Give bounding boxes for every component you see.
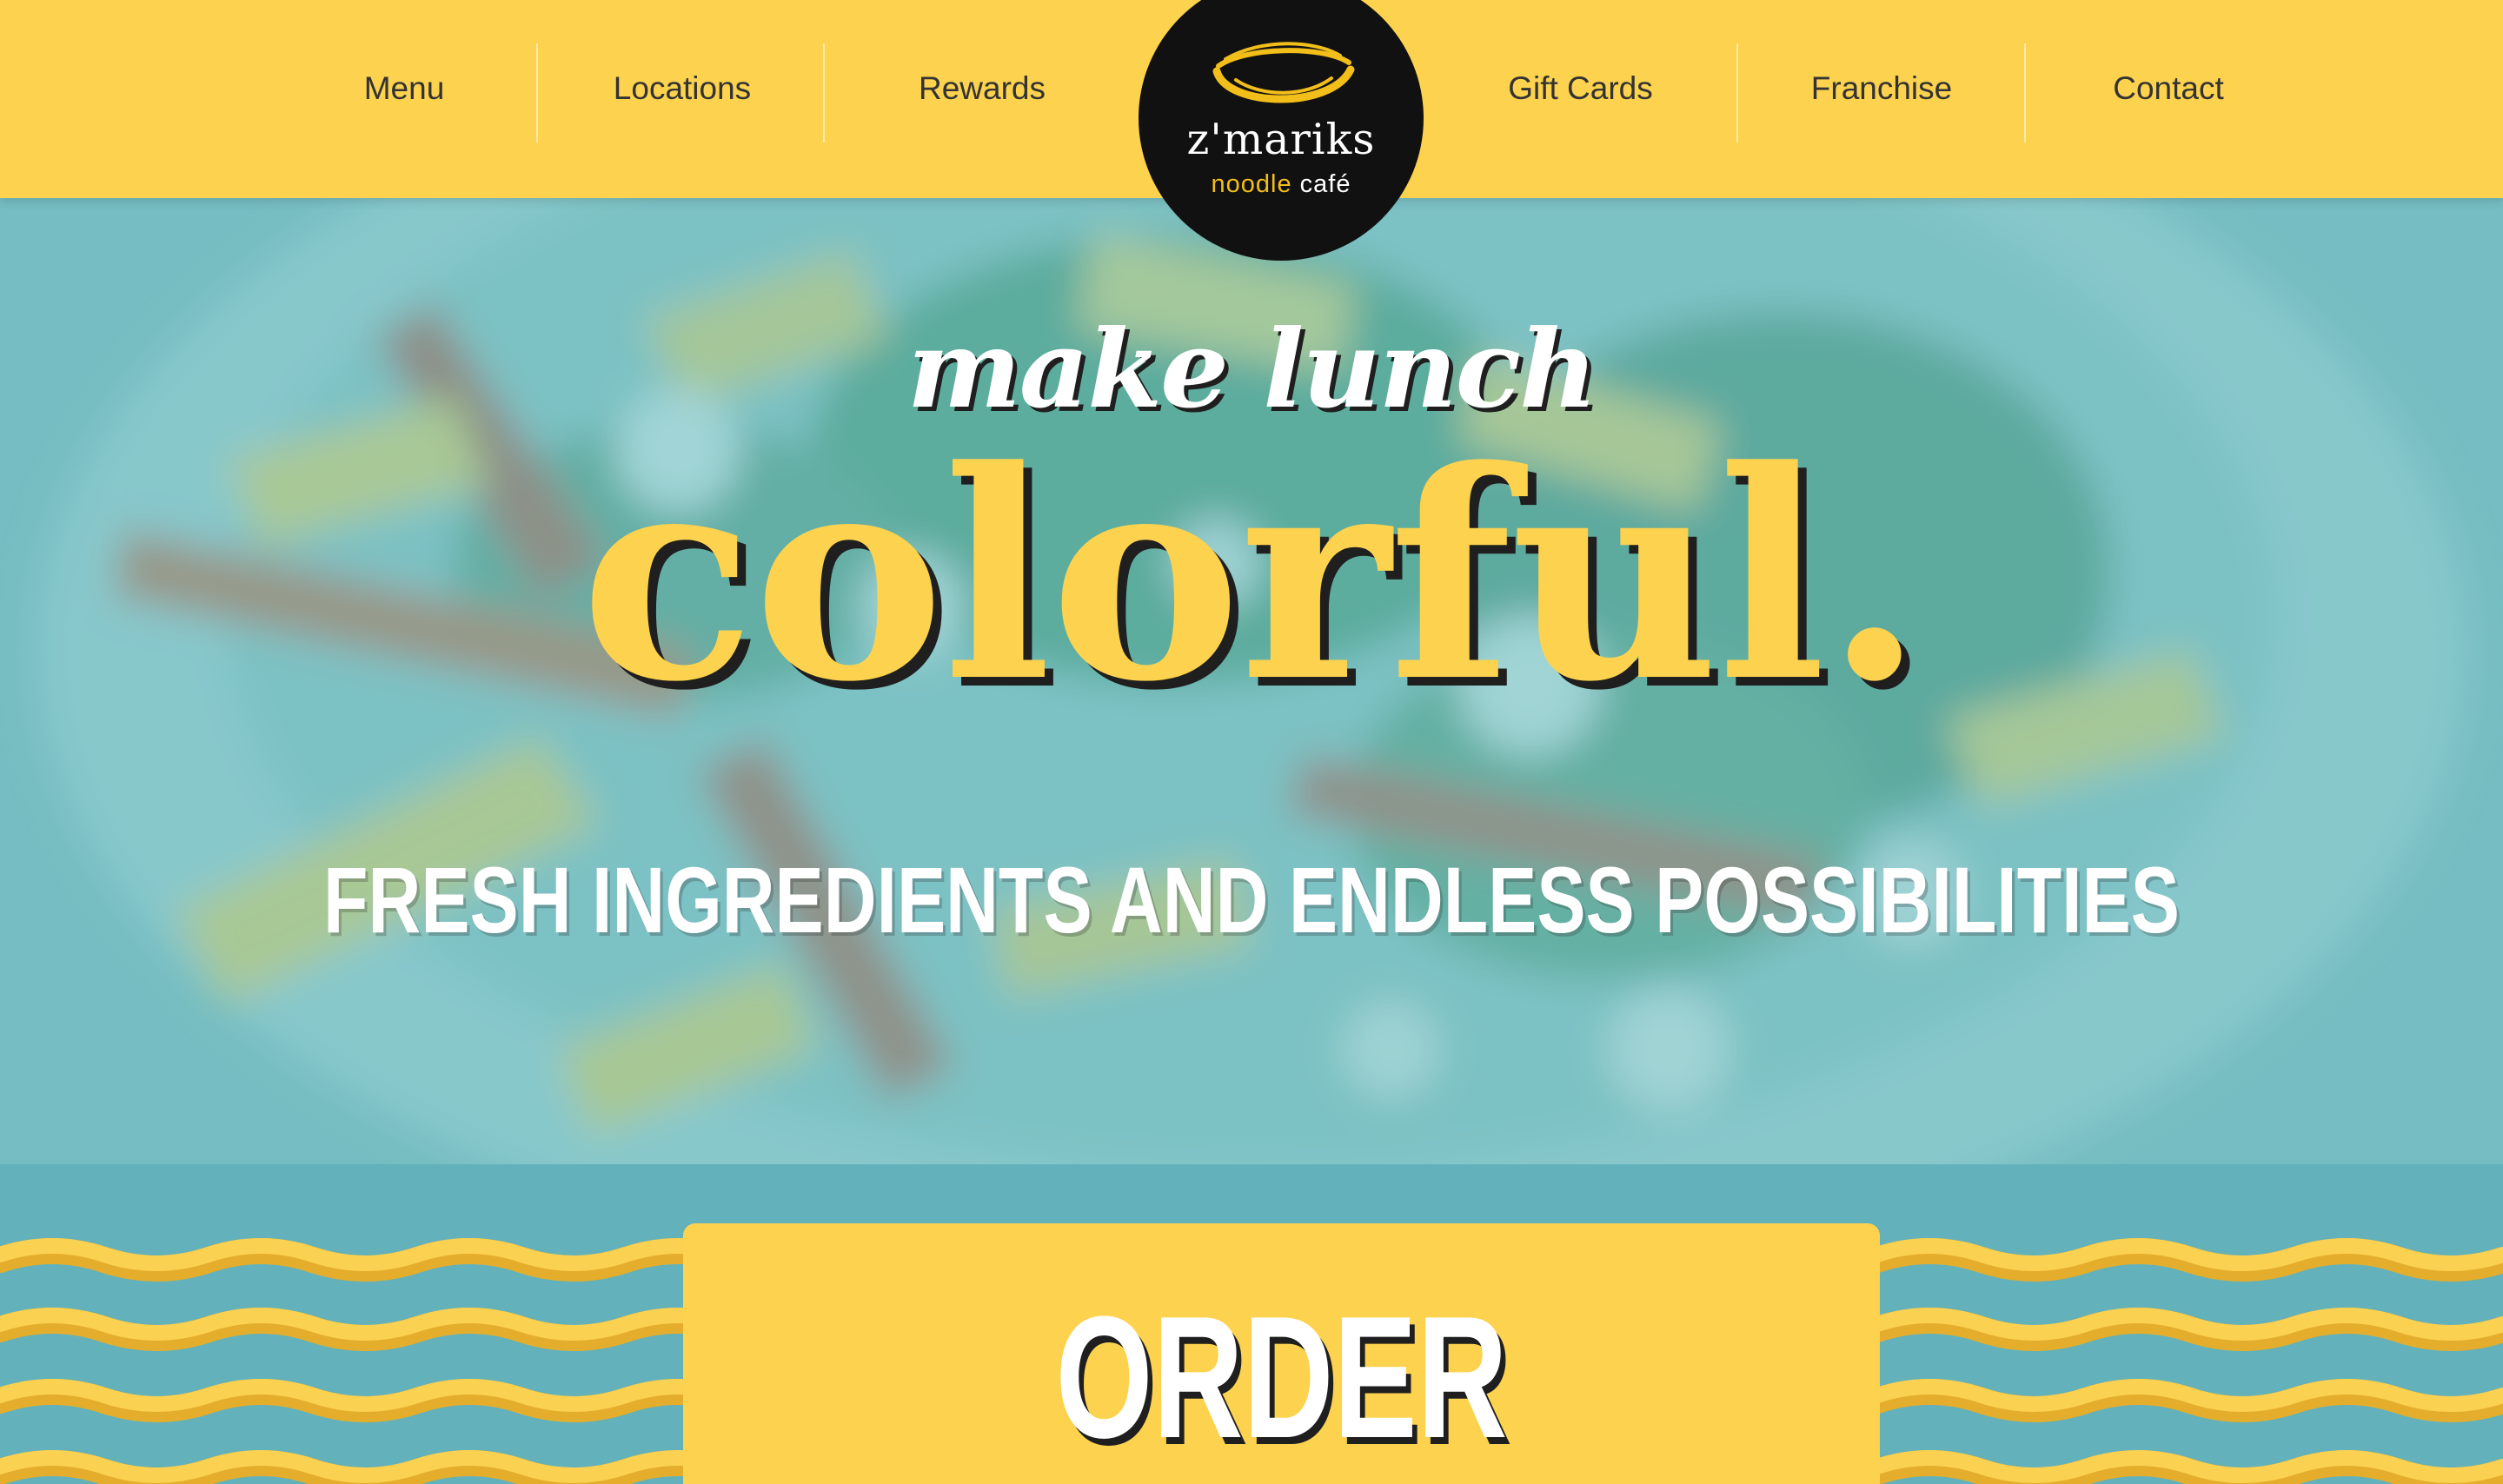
- order-section: ORDER: [0, 1164, 2503, 1484]
- nav-divider: [536, 43, 538, 142]
- order-button-label: ORDER: [1055, 1281, 1508, 1474]
- nav-item-gift-cards[interactable]: Gift Cards: [1425, 0, 1736, 177]
- nav-item-rewards[interactable]: Rewards: [826, 0, 1139, 177]
- noodle-bowl-icon: [1212, 42, 1355, 103]
- nav-item-locations[interactable]: Locations: [539, 0, 826, 177]
- hero-tagline: FRESH INGREDIENTS AND ENDLESS POSSIBILIT…: [323, 847, 2180, 952]
- nav-item-menu[interactable]: Menu: [269, 0, 539, 177]
- logo-sub-word: café: [1299, 170, 1351, 198]
- nav-divider: [823, 43, 825, 142]
- logo-sub-word: noodle: [1211, 170, 1292, 198]
- nav-item-contact[interactable]: Contact: [2025, 0, 2312, 177]
- logo-wordmark: z'mariks: [1186, 115, 1376, 164]
- logo-subtitle: noodle café: [1139, 170, 1424, 199]
- hero-banner: make lunch colorful. FRESH INGREDIENTS A…: [0, 198, 2503, 1164]
- nav-item-franchise[interactable]: Franchise: [1738, 0, 2025, 177]
- hero-headline: colorful.: [580, 407, 1925, 745]
- order-button[interactable]: ORDER: [683, 1223, 1880, 1484]
